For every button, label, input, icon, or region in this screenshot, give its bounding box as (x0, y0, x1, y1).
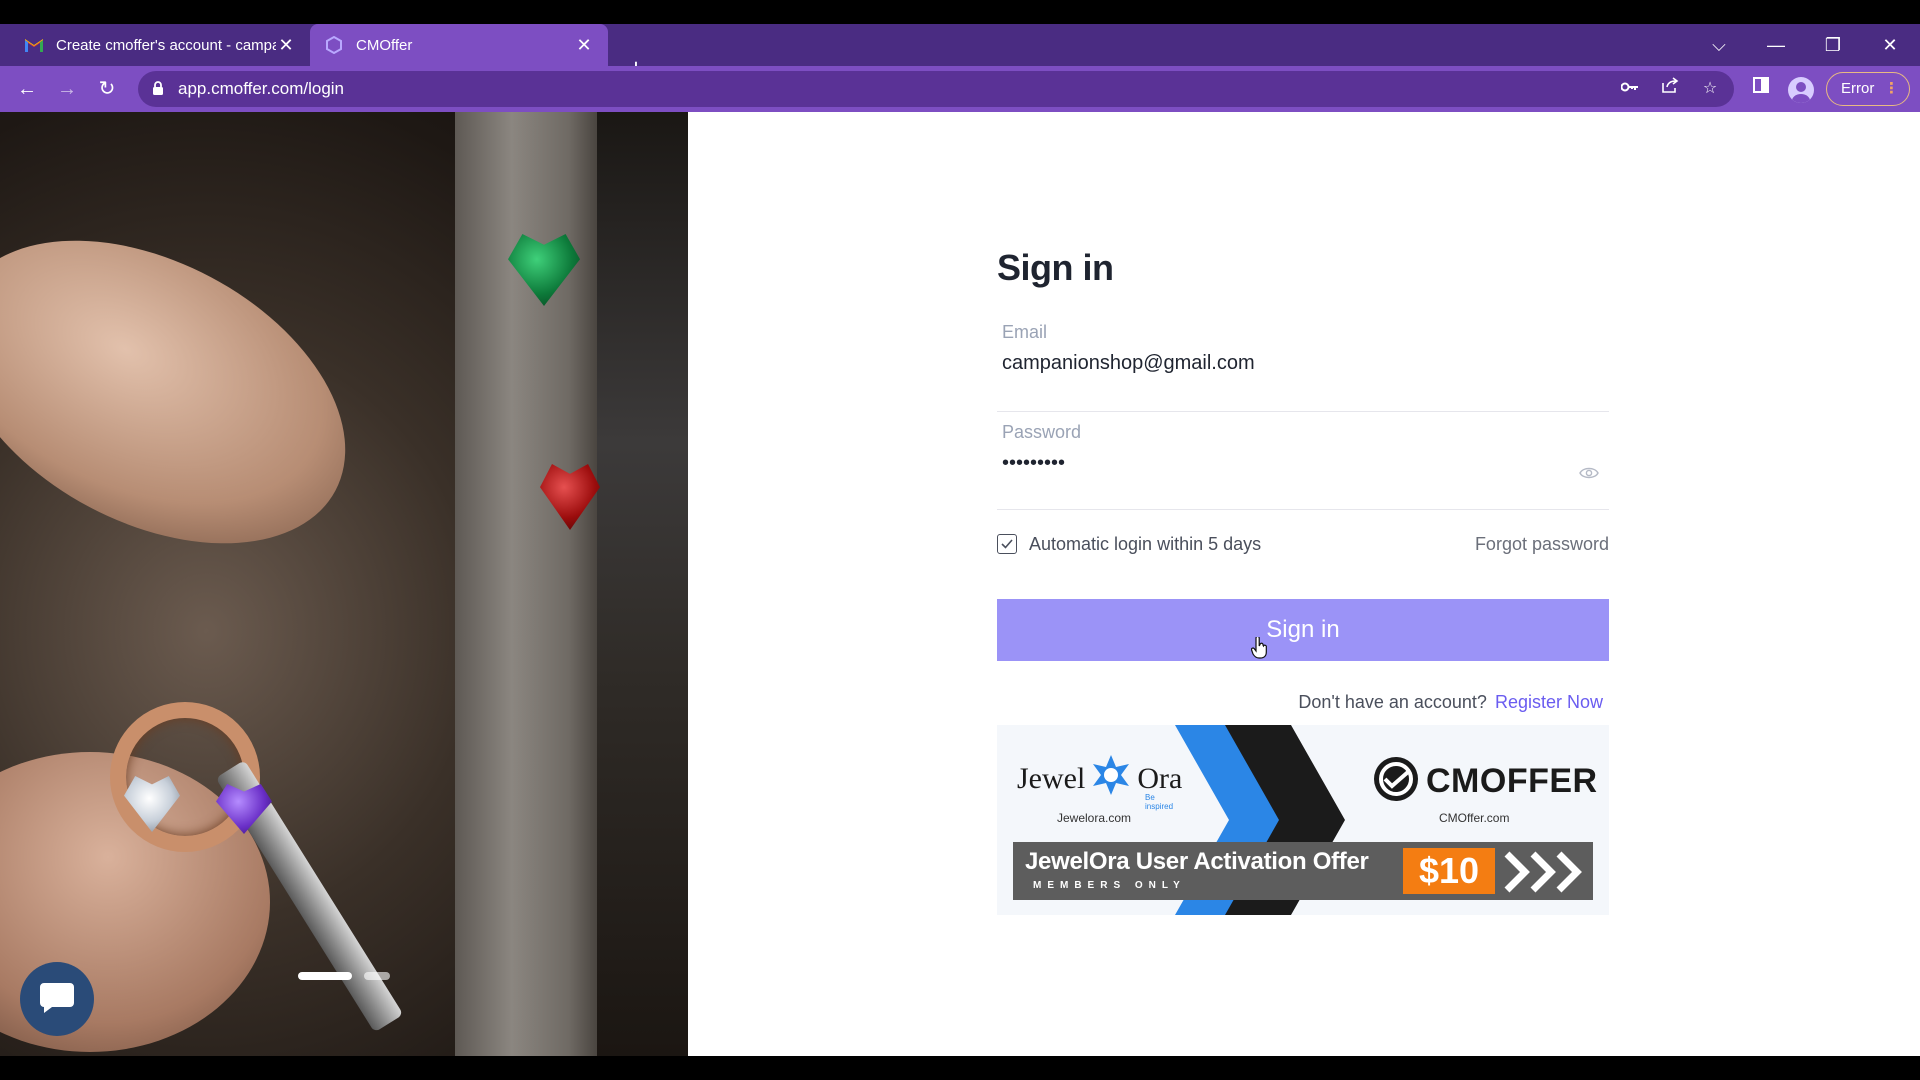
chat-button[interactable] (20, 962, 94, 1036)
jewelora-logo: Jewel Ora Be inspired (1017, 753, 1183, 811)
close-tab-icon[interactable]: ✕ (574, 35, 594, 55)
remember-option[interactable]: Automatic login within 5 days (997, 532, 1261, 556)
browser-tab-strip: Create cmoffer's account - campanionshop… (0, 24, 1920, 83)
restore-icon[interactable]: ❐ (1813, 30, 1853, 60)
tab-title: CMOffer (356, 36, 413, 54)
offer-price: $10 (1403, 848, 1495, 894)
password-label: Password (1002, 422, 1082, 442)
tab-gmail[interactable]: Create cmoffer's account - campanionshop… (10, 24, 310, 66)
jewelora-star-icon (1089, 753, 1133, 805)
chat-icon (38, 979, 76, 1020)
error-label: Error (1841, 80, 1875, 97)
url-text: app.cmoffer.com/login (178, 79, 344, 98)
cmoffer-icon (324, 35, 344, 55)
password-field[interactable]: Password ••••••••• (997, 422, 1609, 510)
star-icon[interactable]: ☆ (1698, 77, 1722, 101)
back-icon[interactable]: ← (12, 74, 42, 104)
remember-checkbox[interactable] (997, 534, 1017, 554)
close-tab-icon[interactable]: ✕ (276, 35, 296, 55)
cmoffer-mark-icon (1372, 755, 1420, 808)
close-window-icon[interactable]: ✕ (1870, 30, 1910, 60)
forward-icon[interactable]: → (52, 74, 82, 104)
email-label: Email (1002, 322, 1048, 342)
cmoffer-name: CMOFFER (1426, 762, 1598, 800)
screen-bottom-bar (0, 1056, 1920, 1080)
jewelora-site: Jewelora.com (1057, 811, 1132, 825)
email-field[interactable]: Email campanionshop@gmail.com (997, 322, 1609, 412)
eye-icon[interactable] (1579, 466, 1599, 485)
page-title: Sign in (997, 247, 1114, 288)
tab-search-chevron-icon[interactable]: ⌵ (1699, 30, 1739, 60)
lock-icon (152, 81, 164, 101)
jewelora-tagline: Be inspired (1145, 793, 1174, 811)
gmail-icon (24, 35, 44, 55)
screen-top-bar (0, 0, 1920, 24)
profile-avatar[interactable] (1788, 77, 1814, 103)
hero-image-jewelry (0, 112, 688, 1056)
finger-image (0, 178, 397, 606)
promo-banner[interactable]: Jewel Ora Be inspired Jewelora.com CMOFF… (997, 725, 1609, 915)
carousel-dot-active[interactable] (298, 972, 352, 980)
email-input[interactable]: campanionshop@gmail.com (1002, 352, 1255, 375)
address-bar[interactable]: app.cmoffer.com/login ☆ (138, 71, 1734, 107)
cmoffer-site: CMOffer.com (1439, 811, 1510, 825)
hand-cursor-icon (1250, 621, 1267, 683)
signin-button[interactable]: Sign in (997, 599, 1609, 661)
forgot-password-link[interactable]: Forgot password (1475, 532, 1609, 556)
cmoffer-logo: CMOFFER (1372, 755, 1598, 808)
minimize-icon[interactable]: — (1756, 30, 1796, 60)
share-icon[interactable] (1658, 77, 1682, 101)
offer-subtitle: MEMBERS ONLY (1033, 880, 1186, 891)
register-prompt: Don't have an account? Register Now (1298, 690, 1603, 714)
side-panel-icon[interactable] (1746, 74, 1776, 104)
carousel-dot[interactable] (364, 972, 390, 980)
offer-strip: JewelOra User Activation Offer MEMBERS O… (1013, 842, 1593, 900)
offer-title: JewelOra User Activation Offer (1025, 848, 1369, 875)
password-input[interactable]: ••••••••• (1002, 452, 1065, 475)
no-account-text: Don't have an account? (1298, 692, 1487, 712)
reload-icon[interactable]: ↻ (92, 74, 122, 104)
tab-cmoffer[interactable]: CMOffer ✕ (310, 24, 608, 66)
remember-label: Automatic login within 5 days (1029, 533, 1262, 554)
key-icon[interactable] (1618, 77, 1642, 101)
register-link[interactable]: Register Now (1495, 690, 1603, 714)
background-strip (597, 112, 688, 1056)
browser-toolbar: ← → ↻ app.cmoffer.com/login ☆ Error ⋮ (0, 66, 1920, 112)
triple-chevron-icon (1503, 850, 1587, 899)
tab-title: Create cmoffer's account - campanionshop… (56, 36, 276, 54)
profile-error-chip[interactable]: Error ⋮ (1826, 72, 1910, 106)
menu-dots-icon: ⋮ (1884, 80, 1899, 97)
login-page: Sign in Email campanionshop@gmail.com Pa… (0, 112, 1920, 1056)
jewelora-name-right: Ora (1137, 762, 1183, 795)
jewelora-name-left: Jewel (1017, 762, 1086, 795)
signin-button-label: Sign in (1266, 616, 1340, 643)
